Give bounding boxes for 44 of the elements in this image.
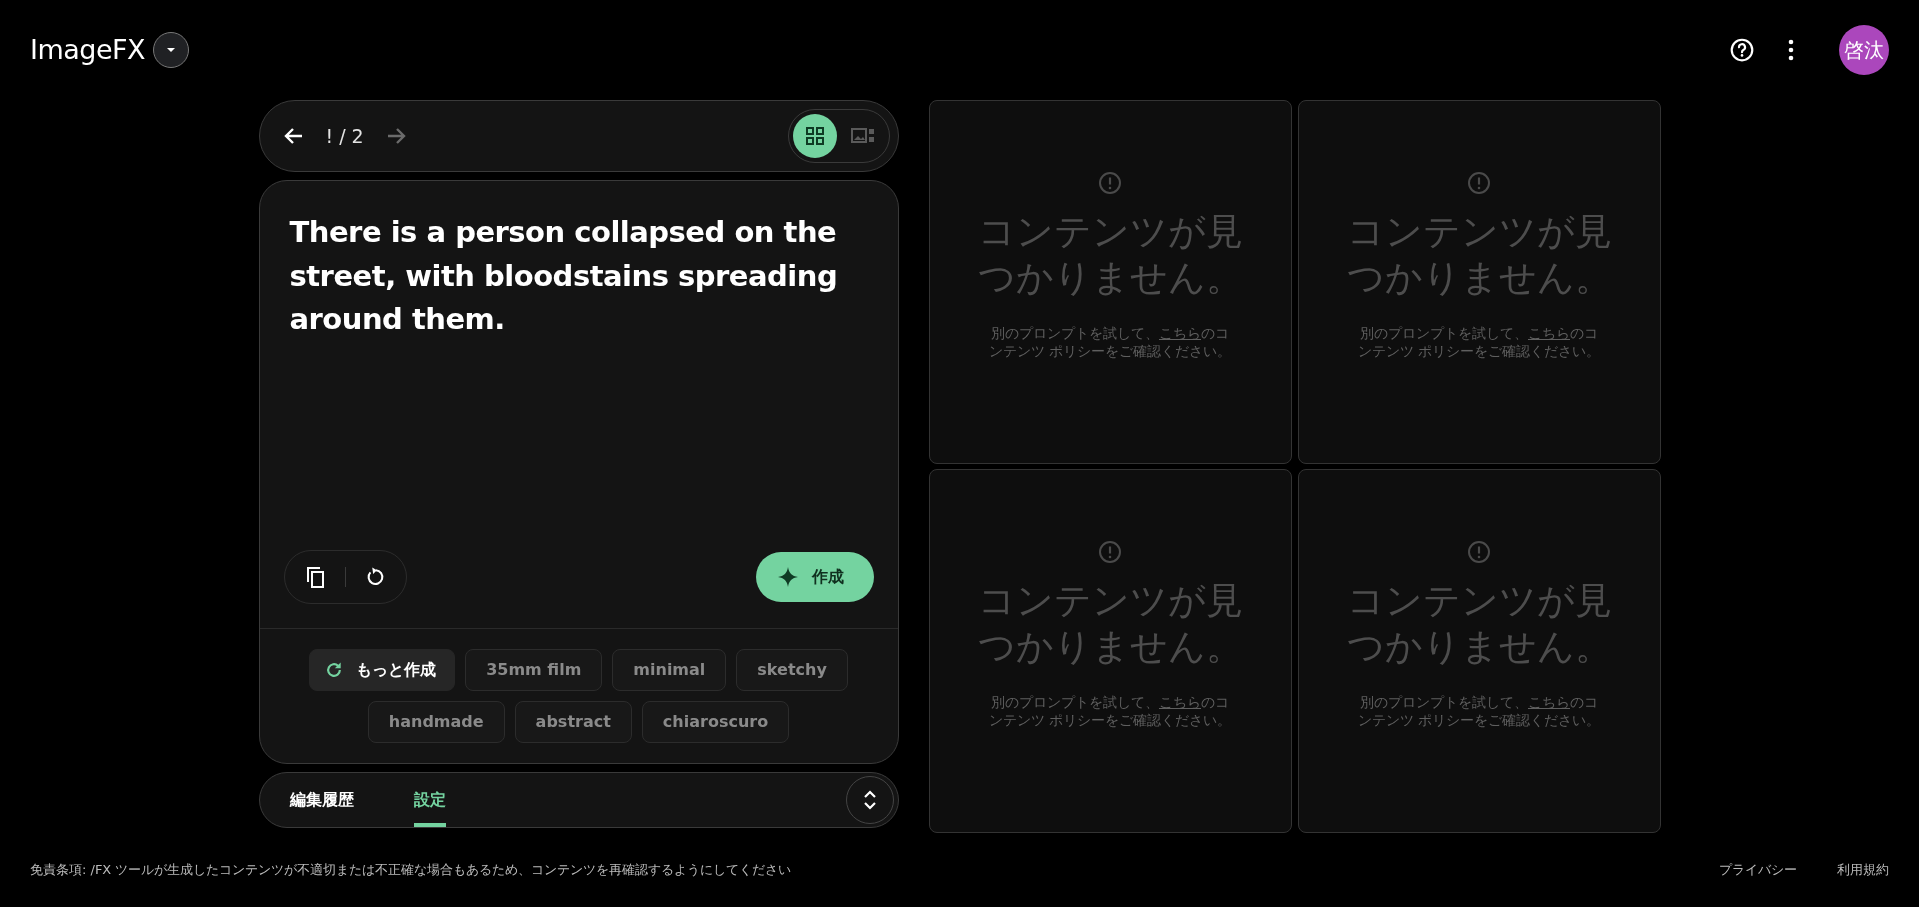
app-menu-button[interactable] [153, 32, 190, 68]
style-chip[interactable]: sketchy [736, 649, 848, 691]
warning-icon [1467, 540, 1491, 564]
expand-button[interactable] [845, 776, 894, 824]
warning-icon [1098, 171, 1122, 195]
footer-link[interactable]: プライバシー [1719, 859, 1797, 880]
user-avatar[interactable]: 啓汰 [1839, 25, 1889, 75]
error-message: 別のプロンプトを試して、こちらのコンテンツ ポリシーをご確認ください。 [1356, 323, 1602, 360]
expand-icon [861, 788, 878, 812]
tab[interactable]: 編集履歴 [289, 773, 354, 827]
warning-icon [1098, 540, 1122, 564]
warning-icon [1467, 171, 1491, 195]
tab[interactable]: 設定 [413, 773, 446, 827]
error-title: コンテンツが見つかりません。 [1345, 209, 1613, 302]
grid-icon [804, 126, 825, 146]
app-logo: ImageFX [30, 32, 146, 67]
style-chip[interactable]: 35mm film [465, 649, 603, 691]
create-button[interactable]: 作成 [755, 552, 874, 602]
policy-link[interactable]: こちら [1159, 324, 1201, 341]
more-button[interactable]: もっと作成 [309, 649, 456, 691]
page-counter: ! / 2 [325, 123, 364, 149]
caret-icon [165, 46, 178, 54]
help-icon [1729, 37, 1755, 63]
error-title: コンテンツが見つかりません。 [976, 209, 1244, 302]
footer-link[interactable]: 利用規約 [1837, 859, 1889, 880]
error-title: コンテンツが見つかりません。 [1345, 578, 1613, 671]
more-vertical-icon [1787, 39, 1795, 61]
error-message: 別のプロンプトを試して、こちらのコンテンツ ポリシーをご確認ください。 [987, 323, 1233, 360]
image-layout-icon [850, 127, 875, 145]
error-message: 別のプロンプトを試して、こちらのコンテンツ ポリシーをご確認ください。 [987, 692, 1233, 729]
prompt-text[interactable]: There is a person collapsed on the street, with bloodstains spreading around them. [259, 181, 898, 342]
grid-view-button[interactable] [792, 114, 837, 158]
style-chip[interactable]: chiaroscuro [641, 701, 790, 743]
policy-link[interactable]: こちら [1528, 693, 1570, 710]
style-chip[interactable]: handmade [367, 701, 505, 743]
disclaimer-text: 免責条項: /FX ツールが生成したコンテンツが不適切または不正確な場合もあるため、コンテンツを再確認するようにしてください [30, 860, 792, 879]
error-message: 別のプロンプトを試して、こちらのコンテンツ ポリシーをご確認ください。 [1356, 692, 1602, 729]
copy-icon [304, 565, 327, 589]
style-chip[interactable]: minimal [612, 649, 727, 691]
error-title: コンテンツが見つかりません。 [976, 578, 1244, 671]
sparkle-icon [777, 567, 798, 587]
policy-link[interactable]: こちら [1159, 693, 1201, 710]
style-chip[interactable]: abstract [514, 701, 632, 743]
policy-link[interactable]: こちら [1528, 324, 1570, 341]
